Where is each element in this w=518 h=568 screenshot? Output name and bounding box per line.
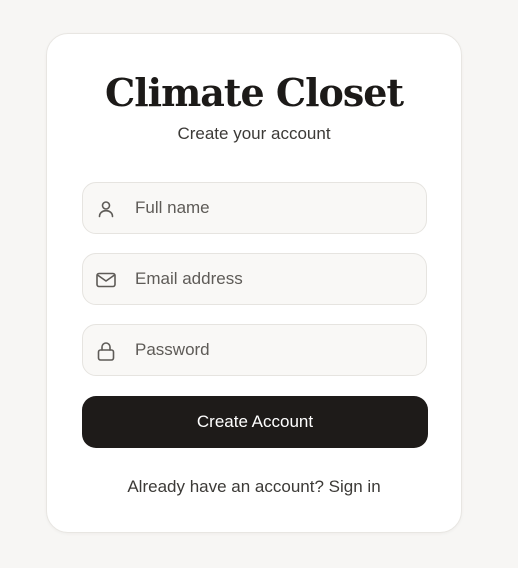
- password-input[interactable]: [135, 325, 415, 375]
- brand-title: Climate Closet: [104, 70, 404, 115]
- create-account-button[interactable]: Create Account: [82, 396, 428, 448]
- password-field[interactable]: [82, 324, 427, 376]
- signin-prompt: Already have an account? Sign in: [47, 477, 461, 497]
- signin-prompt-text: Already have an account?: [127, 477, 324, 496]
- user-icon: [95, 198, 117, 220]
- full-name-input[interactable]: [135, 183, 415, 233]
- mail-icon: [95, 269, 117, 291]
- page-subtitle: Create your account: [177, 124, 331, 143]
- signin-link[interactable]: Sign in: [329, 477, 381, 496]
- full-name-field[interactable]: [82, 182, 427, 234]
- lock-icon: [95, 340, 117, 362]
- email-input[interactable]: [135, 254, 415, 304]
- email-field[interactable]: [82, 253, 427, 305]
- signup-card: Climate Closet Create your account Full …: [46, 33, 462, 533]
